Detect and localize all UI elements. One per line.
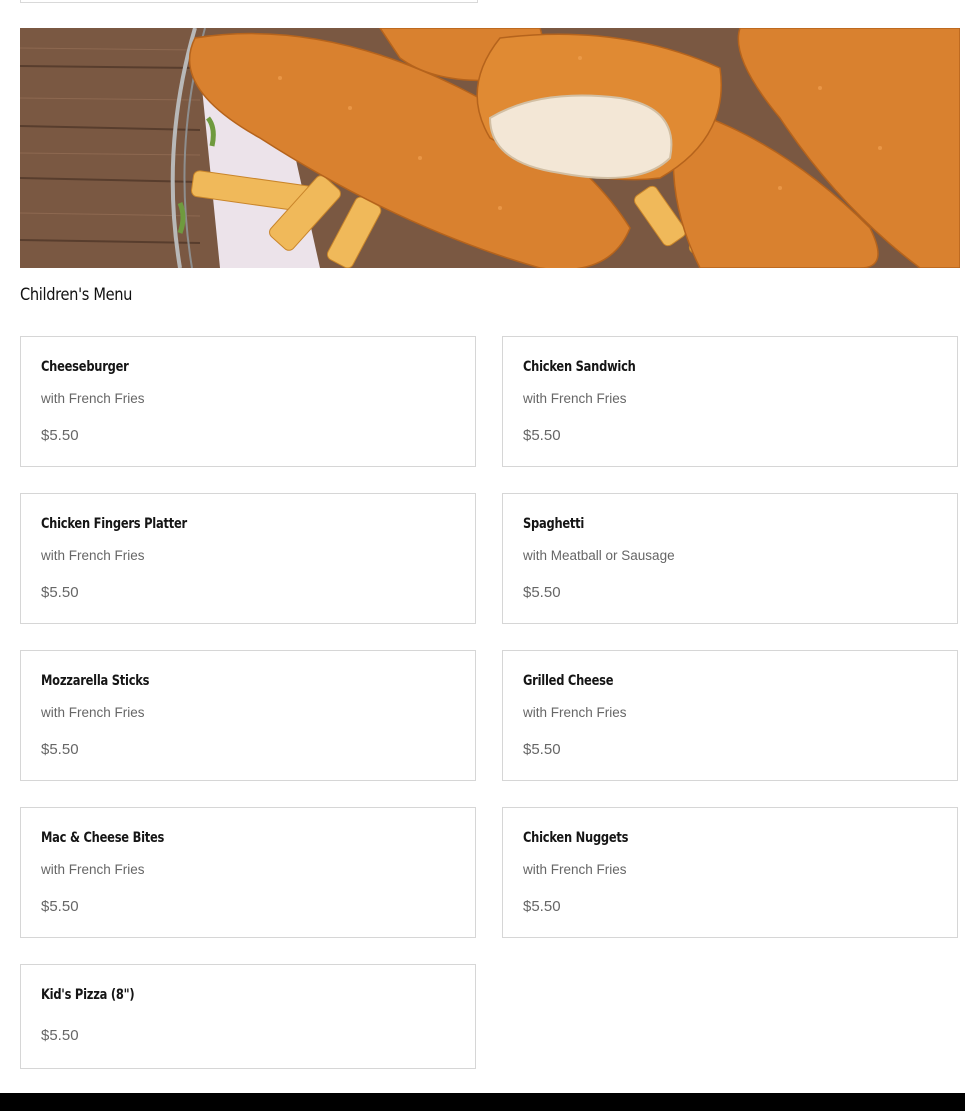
item-description: with French Fries (41, 862, 145, 877)
menu-item-card[interactable]: Chicken Fingers Platter with French Frie… (20, 493, 476, 624)
item-description: with French Fries (41, 548, 145, 563)
item-name: Chicken Sandwich (523, 359, 636, 375)
item-price: $5.50 (41, 1027, 79, 1044)
chicken-fingers-illustration (20, 28, 960, 268)
item-price: $5.50 (523, 427, 561, 444)
item-description: with French Fries (523, 391, 627, 406)
menu-item-card[interactable]: Mac & Cheese Bites with French Fries $5.… (20, 807, 476, 938)
item-description: with French Fries (523, 705, 627, 720)
item-description: with Meatball or Sausage (523, 548, 675, 563)
item-price: $5.50 (523, 741, 561, 758)
item-description: with French Fries (41, 705, 145, 720)
section-title: Children's Menu (20, 285, 133, 305)
menu-item-card[interactable]: Cheeseburger with French Fries $5.50 (20, 336, 476, 467)
previous-menu-card-edge (20, 0, 478, 3)
item-name: Mac & Cheese Bites (41, 830, 165, 846)
menu-item-card[interactable]: Kid's Pizza (8") $5.50 (20, 964, 476, 1069)
menu-item-card[interactable]: Mozzarella Sticks with French Fries $5.5… (20, 650, 476, 781)
item-name: Cheeseburger (41, 359, 129, 375)
menu-item-card[interactable]: Spaghetti with Meatball or Sausage $5.50 (502, 493, 958, 624)
item-price: $5.50 (41, 584, 79, 601)
item-description: with French Fries (523, 862, 627, 877)
menu-item-card[interactable]: Grilled Cheese with French Fries $5.50 (502, 650, 958, 781)
item-price: $5.50 (523, 898, 561, 915)
item-description: with French Fries (41, 391, 145, 406)
item-price: $5.50 (41, 427, 79, 444)
menu-item-card[interactable]: Chicken Sandwich with French Fries $5.50 (502, 336, 958, 467)
item-price: $5.50 (41, 741, 79, 758)
item-name: Kid's Pizza (8") (41, 987, 135, 1003)
footer-bar (0, 1093, 965, 1111)
item-price: $5.50 (523, 584, 561, 601)
item-name: Grilled Cheese (523, 673, 614, 689)
item-name: Mozzarella Sticks (41, 673, 150, 689)
item-name: Spaghetti (523, 516, 585, 532)
item-name: Chicken Fingers Platter (41, 516, 187, 532)
item-name: Chicken Nuggets (523, 830, 629, 846)
item-price: $5.50 (41, 898, 79, 915)
hero-food-photo (20, 28, 960, 268)
menu-item-card[interactable]: Chicken Nuggets with French Fries $5.50 (502, 807, 958, 938)
